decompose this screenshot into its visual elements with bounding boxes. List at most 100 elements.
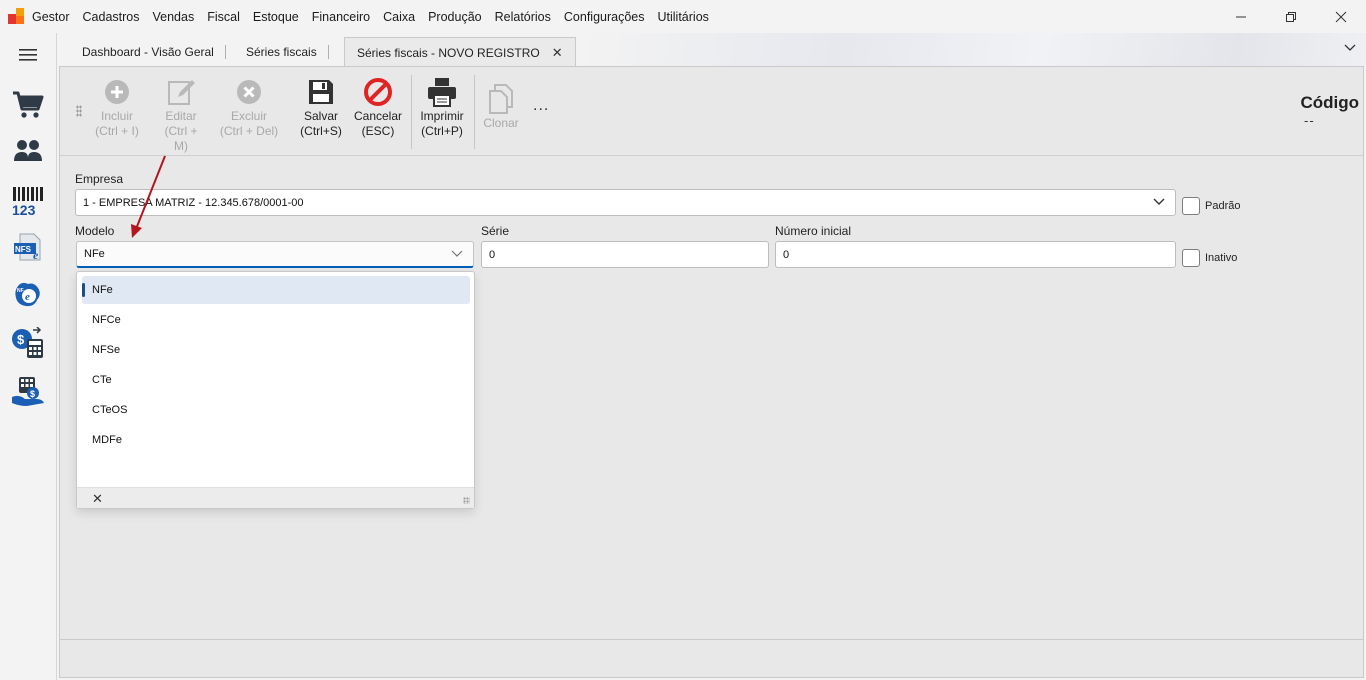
menu-relatorios[interactable]: Relatórios — [495, 10, 551, 24]
dropdown-option-cteos[interactable]: CTeOS — [82, 396, 470, 424]
incluir-button[interactable]: Incluir (Ctrl + I) — [94, 75, 140, 139]
tab-series-fiscais-novo-registro[interactable]: Séries fiscais - NOVO REGISTRO ✕ — [344, 37, 576, 67]
close-icon — [1335, 11, 1347, 22]
toolbar-separator — [474, 75, 475, 149]
minimize-icon — [1236, 16, 1246, 17]
add-circle-icon — [105, 80, 129, 104]
dropdown-option-mdfe[interactable]: MDFe — [82, 426, 470, 454]
svg-text:$: $ — [17, 332, 25, 347]
title-bar: Gestor Cadastros Vendas Fiscal Estoque F… — [0, 0, 1366, 33]
close-window-button[interactable] — [1316, 0, 1366, 33]
excluir-label: Excluir — [230, 109, 267, 123]
serie-value: 0 — [489, 248, 496, 261]
imprimir-label: Imprimir — [420, 109, 464, 123]
imprimir-button[interactable]: Imprimir (Ctrl+P) — [416, 75, 468, 139]
editar-label: Editar — [165, 109, 197, 123]
modelo-dropdown-list: NFe NFCe NFSe CTe CTeOS MDFe ✕ — [76, 271, 475, 509]
dropdown-option-nfse[interactable]: NFSe — [82, 336, 470, 364]
toolbar-grip[interactable] — [76, 105, 82, 117]
tab-label: Séries fiscais - NOVO REGISTRO — [357, 45, 540, 60]
numero-inicial-input[interactable]: 0 — [775, 241, 1176, 268]
restore-icon — [1286, 11, 1296, 22]
save-icon — [309, 80, 333, 104]
dropdown-option-nfce[interactable]: NFCe — [82, 306, 470, 334]
codigo-value: -- — [1304, 113, 1315, 128]
printer-icon — [428, 78, 456, 107]
menu-caixa[interactable]: Caixa — [383, 10, 415, 24]
chevron-down-icon — [451, 250, 463, 257]
cash-register-icon: $ — [12, 377, 44, 406]
tab-series-fiscais[interactable]: Séries fiscais — [234, 37, 329, 67]
salvar-label: Salvar — [303, 109, 338, 123]
cart-icon — [13, 91, 44, 118]
svg-text:123: 123 — [12, 202, 36, 216]
tab-close-button[interactable]: ✕ — [552, 45, 563, 61]
editar-shortcut: (Ctrl + M) — [164, 124, 198, 153]
resize-grip-icon[interactable] — [463, 497, 470, 504]
tab-label: Séries fiscais — [246, 45, 317, 59]
menu-producao[interactable]: Produção — [428, 10, 482, 24]
inativo-checkbox[interactable] — [1182, 249, 1200, 267]
dropdown-footer: ✕ — [77, 487, 474, 508]
inativo-label: Inativo — [1205, 252, 1238, 264]
svg-text:NFS: NFS — [15, 245, 32, 254]
menu-utilitarios[interactable]: Utilitários — [658, 10, 709, 24]
padrao-label: Padrão — [1205, 200, 1241, 212]
dropdown-clear-button[interactable]: ✕ — [92, 491, 103, 507]
padrao-checkbox[interactable] — [1182, 197, 1200, 215]
menu-estoque[interactable]: Estoque — [253, 10, 299, 24]
modelo-value: NFe — [84, 248, 105, 260]
menu-cadastros[interactable]: Cadastros — [83, 10, 140, 24]
modelo-select[interactable]: NFe — [76, 241, 474, 268]
imprimir-shortcut: (Ctrl+P) — [421, 124, 463, 138]
salvar-button[interactable]: Salvar (Ctrl+S) — [297, 75, 345, 139]
sidebar-item-produtos[interactable]: 123 — [10, 183, 46, 219]
tab-dashboard[interactable]: Dashboard - Visão Geral — [70, 37, 226, 67]
menu-vendas[interactable]: Vendas — [153, 10, 195, 24]
restore-button[interactable] — [1266, 0, 1316, 33]
codigo-label: Código — [1300, 93, 1359, 112]
sidebar-item-clientes[interactable] — [10, 133, 46, 169]
menu-financeiro[interactable]: Financeiro — [312, 10, 370, 24]
sidebar-item-nfe[interactable]: e NF — [10, 277, 46, 313]
hamburger-menu-button[interactable] — [10, 37, 46, 73]
chevron-down-icon — [1153, 198, 1165, 205]
barcode-icon: 123 — [12, 187, 43, 216]
excluir-button[interactable]: Excluir (Ctrl + Del) — [218, 75, 280, 139]
tabs-overflow-button[interactable] — [1344, 41, 1356, 55]
sidebar-item-financeiro[interactable]: $ — [10, 325, 46, 361]
menu-gestor[interactable]: Gestor — [32, 10, 70, 24]
status-bar — [60, 639, 1363, 677]
chevron-down-icon — [1344, 44, 1356, 51]
serie-input[interactable]: 0 — [481, 241, 769, 268]
more-options-button[interactable]: ... — [533, 97, 549, 115]
incluir-shortcut: (Ctrl + I) — [95, 124, 139, 138]
svg-text:NF: NF — [17, 288, 24, 294]
salvar-shortcut: (Ctrl+S) — [300, 124, 342, 138]
window-controls — [1216, 0, 1366, 33]
app-logo-icon — [8, 8, 24, 24]
clonar-button[interactable]: Clonar — [480, 82, 522, 131]
toolbar-separator — [411, 75, 412, 149]
menu-configuracoes[interactable]: Configurações — [564, 10, 645, 24]
minimize-button[interactable] — [1216, 0, 1266, 33]
dropdown-option-cte[interactable]: CTe — [82, 366, 470, 394]
numero-inicial-value: 0 — [783, 248, 790, 261]
delete-circle-icon — [237, 80, 261, 104]
empresa-value: 1 - EMPRESA MATRIZ - 12.345.678/0001-00 — [83, 196, 304, 209]
editar-button[interactable]: Editar (Ctrl + M) — [156, 75, 206, 154]
svg-text:e: e — [25, 291, 30, 303]
dropdown-option-nfe[interactable]: NFe — [82, 276, 470, 304]
sidebar-item-nfse[interactable]: NFS e — [10, 229, 46, 265]
tab-strip: Dashboard - Visão Geral Séries fiscais S… — [57, 33, 1366, 67]
financial-calculator-icon: $ — [12, 327, 43, 358]
cancelar-label: Cancelar — [353, 109, 403, 123]
cancelar-button[interactable]: Cancelar (ESC) — [352, 75, 404, 139]
sidebar-item-vendas[interactable] — [10, 87, 46, 123]
empresa-select[interactable]: 1 - EMPRESA MATRIZ - 12.345.678/0001-00 — [75, 189, 1176, 216]
menu-fiscal[interactable]: Fiscal — [207, 10, 240, 24]
main-menu: Gestor Cadastros Vendas Fiscal Estoque F… — [32, 0, 722, 33]
hamburger-icon — [19, 49, 37, 61]
sidebar-item-caixa[interactable]: $ — [10, 373, 46, 409]
cancelar-shortcut: (ESC) — [361, 124, 395, 138]
